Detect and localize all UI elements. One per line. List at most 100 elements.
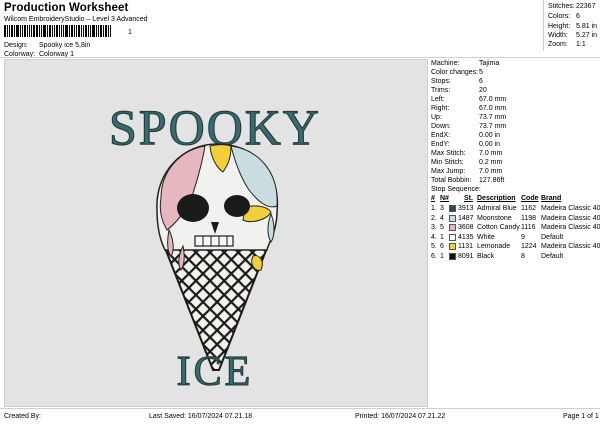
stat-width: Width: 5.27 in: [548, 32, 598, 39]
seq-cell-brand: Default: [541, 233, 564, 241]
barcode-bar: [33, 25, 35, 37]
barcode-bar: [9, 25, 10, 37]
barcode-bar: [47, 25, 48, 37]
seq-cell-code: 8: [521, 252, 525, 260]
info-color-changes: Color changes: 5: [431, 69, 483, 76]
barcode-bar: [85, 25, 87, 37]
info-min-stitch: Min Stitch: 0.2 mm: [431, 159, 503, 166]
stat-height: Height: 5.81 in: [548, 23, 598, 30]
barcode-bar: [110, 25, 111, 37]
seq-cell-description: Moonstone: [477, 214, 512, 222]
seq-cell-st: 3608: [458, 224, 474, 231]
info-trims: Trims: 20: [431, 87, 487, 94]
info-machine: Machine: Tajima: [431, 60, 500, 67]
stop-sequence-title: Stop Sequence:: [431, 186, 481, 193]
stop-sequence-row: 6. 1 8091 Black 8 Default: [431, 252, 599, 262]
info-total-bobbin: Total Bobbin: 127.86ft: [431, 177, 505, 184]
info-max-jump: Max Jump: 7.0 mm: [431, 168, 503, 175]
barcode-bar: [7, 25, 8, 37]
info-stops: Stops: 6: [431, 78, 483, 85]
barcode-bar: [96, 25, 97, 37]
barcode-bar: [11, 25, 13, 37]
thread-color-swatch: [449, 243, 456, 250]
design-label: Design:: [4, 42, 28, 49]
worksheet-title: Production Worksheet: [4, 2, 129, 14]
stat-zoom: Zoom: 1:1: [548, 41, 586, 48]
stop-sequence-row: 4. 1 4135 White 9 Default: [431, 233, 599, 243]
barcode-bar: [20, 25, 21, 37]
col-header-n: N#: [440, 195, 449, 202]
stop-sequence-row: 3. 5 3608 Cotton Candy 1116 Madeira Classic 4…: [431, 224, 600, 233]
skull-eye-left: [177, 194, 209, 222]
thread-color-swatch: [449, 224, 456, 231]
info-down: Down: 73.7 mm: [431, 123, 507, 130]
seq-cell-n: 1: [440, 233, 444, 241]
barcode-bar: [22, 25, 23, 37]
barcode-bar: [100, 25, 102, 37]
seq-cell-st: 4135: [458, 233, 474, 241]
barcode-bar: [71, 25, 73, 37]
seq-cell-n: 1: [440, 252, 444, 260]
barcode-bar: [39, 25, 40, 37]
info-endy: EndY: 0.00 in: [431, 141, 501, 148]
design-meta: Design: Spooky ice 5,8in: [4, 42, 90, 49]
seq-cell-n: 6: [440, 243, 444, 250]
barcode-bar: [52, 25, 53, 37]
col-header-num: #: [431, 195, 435, 202]
thread-color-swatch: [449, 252, 456, 260]
barcode-bar: [103, 25, 104, 37]
barcode-bar: [27, 25, 28, 37]
software-subtitle: Wilcom EmbroideryStudio – Level 3 Advanc…: [4, 16, 148, 23]
info-up: Up: 73.7 mm: [431, 114, 507, 121]
barcode-bar: [56, 25, 58, 37]
design-preview: SPOOKY ICE: [4, 59, 428, 407]
seq-cell-brand: Madeira Classic 40: [541, 243, 600, 250]
seq-cell-description: Cotton Candy: [477, 224, 520, 231]
stop-sequence-row: 2. 4 1487 Moonstone 1198 Madeira Classic 40: [431, 214, 600, 224]
barcode-bar: [54, 25, 55, 37]
info-left: Left: 67.0 mm: [431, 96, 507, 103]
barcode-bar: [105, 25, 107, 37]
stop-sequence-row: 1. 3 3913 Admiral Blue 1162 Madeira Classic 4…: [431, 205, 600, 214]
info-right: Right: 67.0 mm: [431, 105, 507, 112]
barcode-bar: [92, 25, 95, 37]
barcode-bar: [63, 25, 64, 37]
barcode-bar: [4, 25, 6, 37]
barcode-bar: [83, 25, 84, 37]
info-max-stitch: Max Stitch: 7.0 mm: [431, 150, 503, 157]
seq-cell-n: 5: [440, 224, 444, 231]
barcode-bar: [36, 25, 38, 37]
seq-cell-description: Lemonade: [477, 243, 511, 250]
barcode-bar: [24, 25, 26, 37]
barcode-bar: [88, 25, 89, 37]
seq-cell-code: 1162: [521, 205, 537, 212]
stop-sequence-row: 5. 6 1131 Lemonade 1224 Madeira Classic 40: [431, 243, 600, 252]
info-endx: EndX: 0.00 in: [431, 132, 501, 139]
barcode-bar: [59, 25, 60, 37]
seq-cell-n: 4: [440, 214, 444, 222]
page-number: Page 1 of 1: [563, 413, 599, 420]
col-header-description: Description: [477, 195, 516, 202]
seq-cell-brand: Madeira Classic 40: [541, 214, 600, 222]
thread-color-swatch: [449, 214, 456, 222]
barcode-bar: [65, 25, 68, 37]
barcode-number: 1: [128, 29, 132, 36]
seq-cell-brand: Madeira Classic 40: [541, 224, 600, 231]
seq-cell-brand: Madeira Classic 40: [541, 205, 600, 212]
seq-cell-num: 1.: [431, 205, 437, 212]
seq-cell-code: 1116: [521, 224, 536, 231]
barcode-bar: [49, 25, 51, 37]
stat-stitches: Stitches: 22367: [548, 3, 596, 10]
thread-color-swatch: [449, 233, 456, 241]
skull-eye-right: [224, 195, 250, 217]
seq-cell-num: 6.: [431, 252, 437, 260]
barcode-bar: [69, 25, 70, 37]
seq-cell-brand: Default: [541, 252, 564, 260]
barcode-bar: [29, 25, 30, 37]
barcode-bar: [16, 25, 19, 37]
barcode-bar: [98, 25, 99, 37]
barcode-bar: [74, 25, 75, 37]
seq-cell-st: 1131: [458, 243, 474, 250]
barcode: [4, 25, 127, 37]
seq-cell-code: 1224: [521, 243, 537, 250]
